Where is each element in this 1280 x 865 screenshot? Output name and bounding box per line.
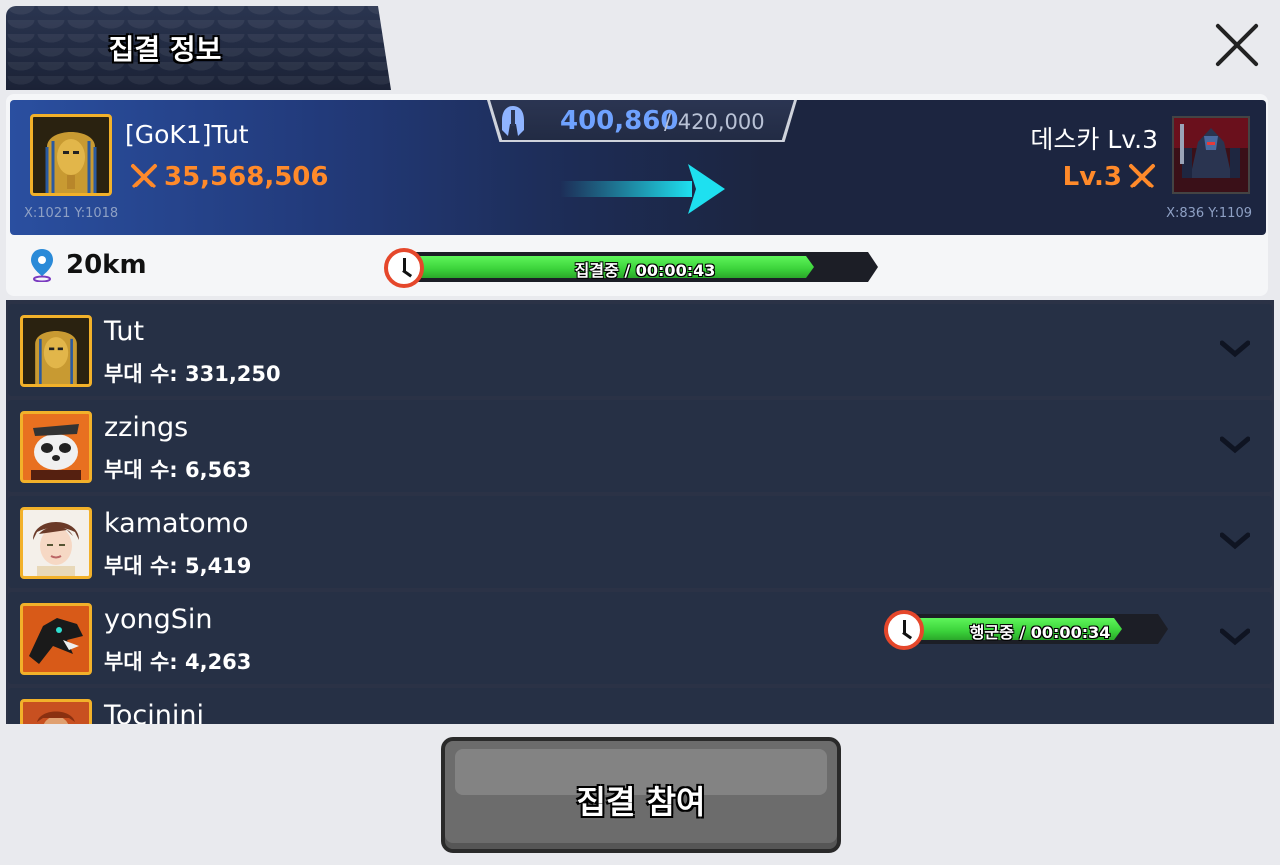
list-item[interactable]: yongSin 부대 수: 4,263 행군중 / 00:00:34 bbox=[8, 592, 1272, 684]
page-title: 집결 정보 bbox=[108, 33, 222, 66]
member-troops: 부대 수: 331,250 bbox=[104, 362, 281, 386]
chevron-down-icon[interactable] bbox=[1220, 340, 1250, 358]
join-rally-button[interactable]: 집결 참여 bbox=[441, 737, 841, 853]
warrior-icon bbox=[23, 702, 89, 724]
march-timer-bar: 행군중 / 00:00:34 bbox=[884, 610, 1168, 650]
member-name: yongSin bbox=[104, 604, 213, 635]
chevron-down-icon[interactable] bbox=[1220, 532, 1250, 550]
list-item[interactable]: zzings 부대 수: 6,563 bbox=[8, 400, 1272, 492]
black-dragon-icon bbox=[23, 606, 89, 672]
spartan-helmet-icon bbox=[502, 106, 524, 136]
march-timer-label: 행군중 / 00:00:34 bbox=[969, 623, 1111, 642]
join-rally-label: 집결 참여 bbox=[576, 783, 706, 821]
pharaoh-mask-icon bbox=[23, 318, 89, 384]
member-name: Tocinini bbox=[104, 700, 204, 724]
rally-timer-bar: 집결중 / 00:00:43 bbox=[384, 248, 878, 288]
rally-info-window: 집결 정보 400,860 / 420,000 [GoK1]Tut 35,568… bbox=[0, 0, 1280, 865]
target-name: 데스카 Lv.3 bbox=[1030, 125, 1158, 154]
member-troops: 부대 수: 4,263 bbox=[104, 650, 252, 674]
pharaoh-mask-icon bbox=[33, 117, 109, 193]
member-troops: 부대 수: 6,563 bbox=[104, 458, 252, 482]
member-name: Tut bbox=[104, 316, 145, 347]
leader-coordinates[interactable]: X:1021 Y:1018 bbox=[24, 206, 118, 221]
troop-count-max: / 420,000 bbox=[664, 110, 765, 134]
distance: 20km bbox=[30, 248, 147, 282]
list-item[interactable]: Tut 부대 수: 331,250 bbox=[8, 304, 1272, 396]
close-button[interactable] bbox=[1206, 14, 1268, 76]
clock-icon bbox=[384, 248, 424, 288]
member-name: zzings bbox=[104, 412, 189, 443]
member-avatar bbox=[20, 411, 92, 483]
leader-avatar[interactable] bbox=[30, 114, 112, 196]
target-coordinates[interactable]: X:836 Y:1109 bbox=[1166, 206, 1252, 221]
chevron-down-icon[interactable] bbox=[1220, 436, 1250, 454]
member-name: kamatomo bbox=[104, 508, 249, 539]
leader-power-value: 35,568,506 bbox=[164, 162, 329, 192]
list-item[interactable]: kamatomo 부대 수: 5,419 bbox=[8, 496, 1272, 588]
panda-warrior-icon bbox=[23, 414, 89, 480]
rally-timer-label: 집결중 / 00:00:43 bbox=[574, 261, 716, 280]
crossed-swords-icon bbox=[1129, 164, 1155, 189]
dark-knight-icon bbox=[1174, 118, 1248, 192]
member-avatar bbox=[20, 315, 92, 387]
location-pin-icon bbox=[31, 249, 53, 282]
list-item[interactable]: Tocinini bbox=[8, 688, 1272, 724]
distance-value: 20km bbox=[66, 250, 147, 280]
member-troops: 부대 수: 5,419 bbox=[104, 554, 252, 578]
target-level: Lv.3 bbox=[1063, 162, 1156, 192]
member-avatar bbox=[20, 603, 92, 675]
crossed-swords-icon bbox=[131, 164, 157, 189]
leader-name: [GoK1]Tut bbox=[125, 120, 249, 149]
target-level-value: Lv.3 bbox=[1062, 162, 1122, 192]
clock-icon bbox=[884, 610, 924, 650]
march-arrow-icon bbox=[560, 164, 725, 214]
chevron-down-icon[interactable] bbox=[1220, 628, 1250, 646]
leader-power: 35,568,506 bbox=[130, 162, 328, 192]
anime-boy-icon bbox=[23, 510, 89, 576]
member-list[interactable]: Tut 부대 수: 331,250 zzings 부대 수: 6,563 kam… bbox=[6, 300, 1274, 724]
member-avatar bbox=[20, 699, 92, 724]
target-avatar[interactable] bbox=[1172, 116, 1250, 194]
troop-count-current: 400,860 bbox=[560, 106, 679, 136]
member-avatar bbox=[20, 507, 92, 579]
